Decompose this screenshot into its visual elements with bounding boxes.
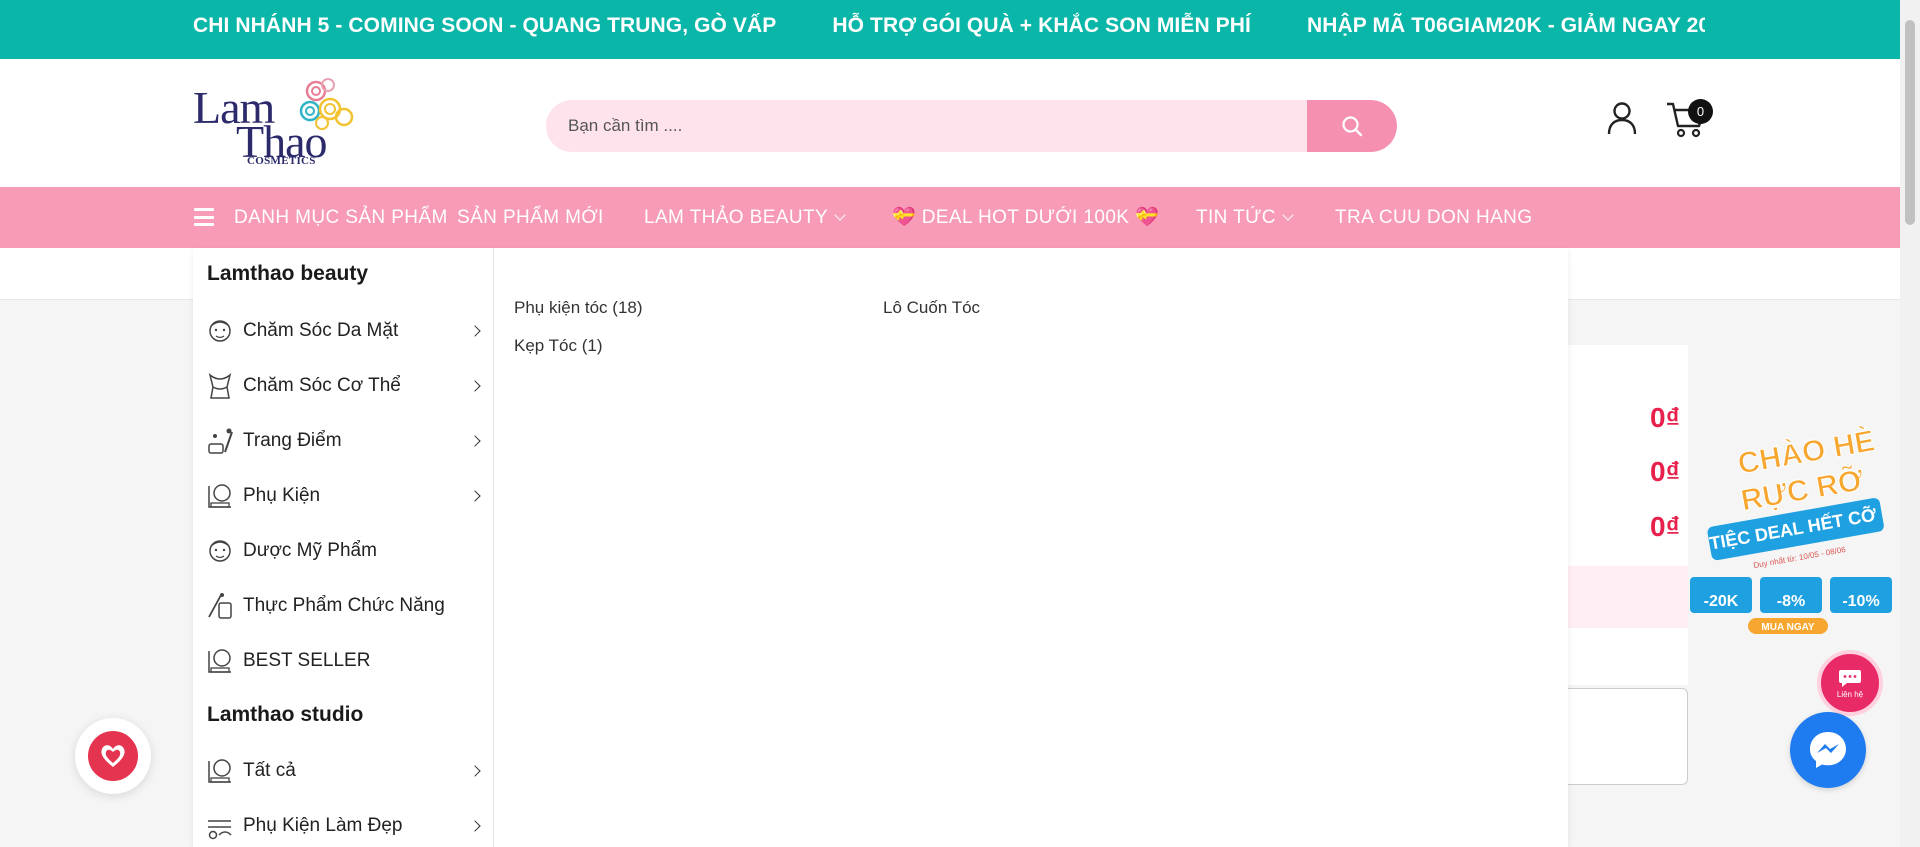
category-heading: Lamthao studio [207,703,364,726]
category-label: BEST SELLER [243,649,371,671]
nav-item-order-lookup[interactable]: TRA CUU DON HANG [1335,187,1532,248]
main-nav: DANH MỤC SẢN PHẨM SẢN PHẨM MỚI LAM THẢO … [0,187,1900,248]
site-header: Lam Thao COSMETICS 0 [0,59,1900,187]
favorites-circle [88,731,138,781]
coupon-value: -8% [1777,593,1805,610]
face-care-icon [209,539,231,562]
category-item-makeup[interactable]: Trang Điểm [193,413,493,468]
category-list: Lamthao beauty Chăm Sóc Da Mặt Chăm Sóc … [193,248,494,847]
announcement-item: HỖ TRỢ GÓI QUÀ + KHẮC SON MIỄN PHÍ [832,14,1251,37]
product-price: 0₫ [1650,456,1680,487]
face-care-icon [209,319,231,342]
nav-item-label: TIN TỨC [1196,207,1276,228]
category-heading: Lamthao beauty [207,262,369,285]
announcement-item: CHI NHÁNH 5 - COMING SOON - QUANG TRUNG,… [193,14,777,37]
swirl-logo-icon [299,78,354,130]
mirror-icon [208,758,231,783]
category-item-studio-all[interactable]: Tất cả [193,743,493,798]
chevron-right-icon [469,820,481,832]
subcategory-link[interactable]: Lô Cuốn Tóc [883,298,980,318]
announcement-track: CHI NHÁNH 5 - COMING SOON - QUANG TRUNG,… [193,0,1705,59]
category-label: Chăm Sóc Cơ Thể [243,374,401,396]
summer-cta: MUA NGAY [1761,622,1814,633]
heart-icon [101,745,125,767]
announcement-item: NHẬP MÃ T06GIAM20K - GIẢM NGAY 20K C [1306,14,1705,37]
hair-accessory-icon [208,819,232,839]
category-label: Tất cả [243,759,296,781]
chevron-right-icon [469,490,481,502]
coupon-value: -20K [1704,593,1739,610]
nav-item-new-products[interactable]: SẢN PHẨM MỚI [457,187,604,248]
category-item-body-care[interactable]: Chăm Sóc Cơ Thể [193,358,493,413]
nav-item-lam-thao-beauty[interactable]: LAM THẢO BEAUTY [644,187,846,248]
announcement-bar: CHI NHÁNH 5 - COMING SOON - QUANG TRUNG,… [0,0,1900,59]
chevron-down-icon [834,209,846,221]
category-mega-menu: Lamthao beauty Chăm Sóc Da Mặt Chăm Sóc … [193,248,1568,847]
mirror-icon [208,483,231,508]
chevron-right-icon [469,380,481,392]
page-scrollbar[interactable] [1900,0,1920,847]
messenger-button[interactable] [1790,712,1866,788]
chevron-right-icon [469,765,481,777]
favorites-button[interactable] [75,718,151,794]
site-logo[interactable]: Lam Thao COSMETICS [190,77,360,169]
search-input[interactable] [546,100,1306,152]
chevron-right-icon [469,325,481,337]
nav-item-news[interactable]: TIN TỨC [1196,187,1294,248]
chevron-right-icon [469,435,481,447]
category-label: Thực Phẩm Chức Năng [243,594,445,616]
messenger-icon [1810,732,1846,768]
category-item-cosmeceuticals[interactable]: Dược Mỹ Phẩm [193,523,493,578]
mirror-icon [208,648,231,673]
note-box[interactable] [1568,688,1688,785]
subcategory-link[interactable]: Phụ kiện tóc (18) [514,298,643,318]
category-item-face-care[interactable]: Chăm Sóc Da Mặt [193,303,493,358]
supplement-icon [208,592,232,619]
nav-item-deal-hot[interactable]: 💝 DEAL HOT DƯỚI 100K 💝 [892,187,1159,248]
category-label: Phụ Kiện [243,484,321,506]
category-label: Trang Điểm [243,429,342,451]
subcategory-link[interactable]: Kẹp Tóc (1) [514,336,603,356]
category-label: Phụ Kiện Làm Đẹp [243,814,403,836]
user-icon[interactable] [1606,101,1638,135]
cart-count-badge: 0 [1688,99,1713,124]
summer-deal-badge[interactable]: CHÀO HÈ RỰC RỠ TIỆC DEAL HẾT CỠ Duy nhất… [1688,420,1900,640]
scrollbar-thumb[interactable] [1905,20,1915,225]
category-item-beauty-accessories[interactable]: Phụ Kiện Làm Đẹp [193,798,493,847]
total-row [1568,566,1688,628]
coupon-value: -10% [1842,593,1879,610]
contact-button[interactable]: Liên hệ [1817,650,1883,716]
category-item-best-seller[interactable]: BEST SELLER [193,633,493,688]
category-item-supplements[interactable]: Thực Phẩm Chức Năng [193,578,493,633]
search-button[interactable] [1307,100,1397,152]
nav-item-categories[interactable]: DANH MỤC SẢN PHẨM [234,187,448,248]
logo-word-cosmetics: COSMETICS [247,155,316,167]
summer-deal-graphic: CHÀO HÈ RỰC RỠ TIỆC DEAL HẾT CỠ Duy nhất… [1690,423,1892,634]
chat-icon [1839,669,1861,687]
search-bar [546,100,1397,152]
contact-label: Liên hệ [1836,689,1864,699]
makeup-icon [208,428,233,454]
product-price: 0₫ [1650,402,1680,433]
search-icon [1342,116,1363,137]
category-item-accessories[interactable]: Phụ Kiện [193,468,493,523]
category-label: Chăm Sóc Da Mặt [243,319,399,341]
nav-item-label: LAM THẢO BEAUTY [644,207,829,228]
menu-icon[interactable] [194,208,214,226]
body-care-icon [208,372,232,399]
chevron-down-icon [1282,209,1294,221]
category-label: Dược Mỹ Phẩm [243,539,377,561]
product-price: 0₫ [1650,511,1680,542]
